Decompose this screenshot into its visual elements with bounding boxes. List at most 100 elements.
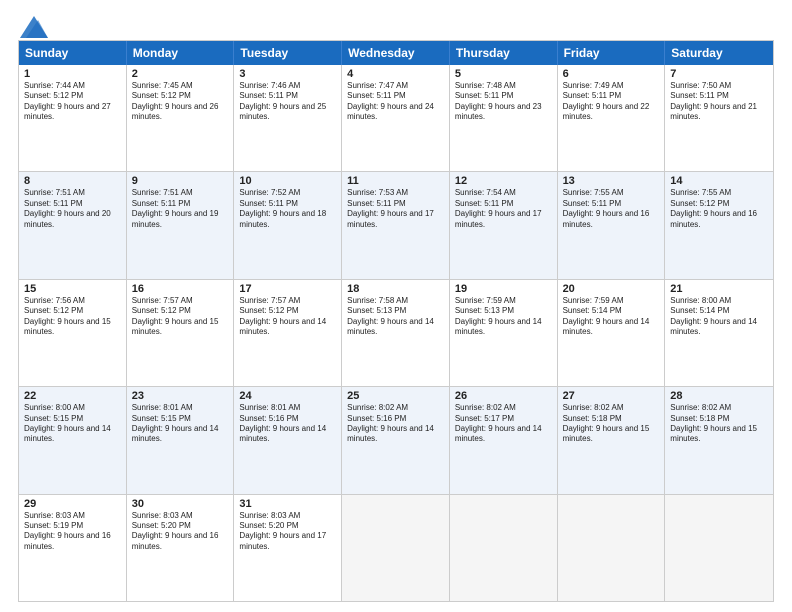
empty-cell <box>558 495 666 601</box>
day-info: Sunrise: 7:54 AMSunset: 5:11 PMDaylight:… <box>455 188 552 230</box>
day-number: 7 <box>670 68 768 80</box>
header <box>18 16 774 34</box>
day-number: 15 <box>24 283 121 295</box>
empty-cell <box>665 495 773 601</box>
day-number: 16 <box>132 283 229 295</box>
day-info: Sunrise: 7:51 AMSunset: 5:11 PMDaylight:… <box>24 188 121 230</box>
day-info: Sunrise: 7:53 AMSunset: 5:11 PMDaylight:… <box>347 188 444 230</box>
day-number: 4 <box>347 68 444 80</box>
day-cell-20: 20Sunrise: 7:59 AMSunset: 5:14 PMDayligh… <box>558 280 666 386</box>
logo-text <box>18 16 48 38</box>
day-number: 18 <box>347 283 444 295</box>
day-info: Sunrise: 7:48 AMSunset: 5:11 PMDaylight:… <box>455 81 552 123</box>
day-info: Sunrise: 8:02 AMSunset: 5:18 PMDaylight:… <box>670 403 768 445</box>
day-info: Sunrise: 7:55 AMSunset: 5:12 PMDaylight:… <box>670 188 768 230</box>
day-cell-10: 10Sunrise: 7:52 AMSunset: 5:11 PMDayligh… <box>234 172 342 278</box>
day-info: Sunrise: 7:58 AMSunset: 5:13 PMDaylight:… <box>347 296 444 338</box>
day-info: Sunrise: 8:01 AMSunset: 5:15 PMDaylight:… <box>132 403 229 445</box>
day-of-week-thursday: Thursday <box>450 41 558 65</box>
day-number: 28 <box>670 390 768 402</box>
day-cell-7: 7Sunrise: 7:50 AMSunset: 5:11 PMDaylight… <box>665 65 773 171</box>
day-number: 20 <box>563 283 660 295</box>
day-info: Sunrise: 7:46 AMSunset: 5:11 PMDaylight:… <box>239 81 336 123</box>
day-cell-24: 24Sunrise: 8:01 AMSunset: 5:16 PMDayligh… <box>234 387 342 493</box>
day-cell-8: 8Sunrise: 7:51 AMSunset: 5:11 PMDaylight… <box>19 172 127 278</box>
day-info: Sunrise: 7:44 AMSunset: 5:12 PMDaylight:… <box>24 81 121 123</box>
day-info: Sunrise: 8:02 AMSunset: 5:16 PMDaylight:… <box>347 403 444 445</box>
calendar-row-5: 29Sunrise: 8:03 AMSunset: 5:19 PMDayligh… <box>19 494 773 601</box>
day-number: 26 <box>455 390 552 402</box>
day-cell-23: 23Sunrise: 8:01 AMSunset: 5:15 PMDayligh… <box>127 387 235 493</box>
day-of-week-wednesday: Wednesday <box>342 41 450 65</box>
day-of-week-monday: Monday <box>127 41 235 65</box>
day-cell-13: 13Sunrise: 7:55 AMSunset: 5:11 PMDayligh… <box>558 172 666 278</box>
day-number: 9 <box>132 175 229 187</box>
day-cell-22: 22Sunrise: 8:00 AMSunset: 5:15 PMDayligh… <box>19 387 127 493</box>
day-cell-14: 14Sunrise: 7:55 AMSunset: 5:12 PMDayligh… <box>665 172 773 278</box>
day-info: Sunrise: 7:47 AMSunset: 5:11 PMDaylight:… <box>347 81 444 123</box>
day-cell-11: 11Sunrise: 7:53 AMSunset: 5:11 PMDayligh… <box>342 172 450 278</box>
day-number: 29 <box>24 498 121 510</box>
day-number: 12 <box>455 175 552 187</box>
day-number: 13 <box>563 175 660 187</box>
day-number: 22 <box>24 390 121 402</box>
day-of-week-sunday: Sunday <box>19 41 127 65</box>
day-info: Sunrise: 8:03 AMSunset: 5:20 PMDaylight:… <box>132 511 229 553</box>
day-number: 27 <box>563 390 660 402</box>
day-cell-21: 21Sunrise: 8:00 AMSunset: 5:14 PMDayligh… <box>665 280 773 386</box>
day-info: Sunrise: 7:52 AMSunset: 5:11 PMDaylight:… <box>239 188 336 230</box>
day-number: 31 <box>239 498 336 510</box>
day-cell-4: 4Sunrise: 7:47 AMSunset: 5:11 PMDaylight… <box>342 65 450 171</box>
day-number: 17 <box>239 283 336 295</box>
day-info: Sunrise: 8:03 AMSunset: 5:20 PMDaylight:… <box>239 511 336 553</box>
day-info: Sunrise: 8:03 AMSunset: 5:19 PMDaylight:… <box>24 511 121 553</box>
day-number: 8 <box>24 175 121 187</box>
day-number: 10 <box>239 175 336 187</box>
day-of-week-saturday: Saturday <box>665 41 773 65</box>
day-cell-3: 3Sunrise: 7:46 AMSunset: 5:11 PMDaylight… <box>234 65 342 171</box>
logo <box>18 16 48 34</box>
day-cell-6: 6Sunrise: 7:49 AMSunset: 5:11 PMDaylight… <box>558 65 666 171</box>
day-info: Sunrise: 8:00 AMSunset: 5:14 PMDaylight:… <box>670 296 768 338</box>
day-number: 14 <box>670 175 768 187</box>
day-info: Sunrise: 7:57 AMSunset: 5:12 PMDaylight:… <box>132 296 229 338</box>
day-info: Sunrise: 8:00 AMSunset: 5:15 PMDaylight:… <box>24 403 121 445</box>
empty-cell <box>450 495 558 601</box>
day-info: Sunrise: 8:01 AMSunset: 5:16 PMDaylight:… <box>239 403 336 445</box>
day-info: Sunrise: 7:57 AMSunset: 5:12 PMDaylight:… <box>239 296 336 338</box>
day-info: Sunrise: 7:59 AMSunset: 5:13 PMDaylight:… <box>455 296 552 338</box>
day-cell-15: 15Sunrise: 7:56 AMSunset: 5:12 PMDayligh… <box>19 280 127 386</box>
day-number: 2 <box>132 68 229 80</box>
day-cell-29: 29Sunrise: 8:03 AMSunset: 5:19 PMDayligh… <box>19 495 127 601</box>
day-cell-17: 17Sunrise: 7:57 AMSunset: 5:12 PMDayligh… <box>234 280 342 386</box>
day-number: 23 <box>132 390 229 402</box>
day-info: Sunrise: 7:45 AMSunset: 5:12 PMDaylight:… <box>132 81 229 123</box>
day-cell-31: 31Sunrise: 8:03 AMSunset: 5:20 PMDayligh… <box>234 495 342 601</box>
day-cell-16: 16Sunrise: 7:57 AMSunset: 5:12 PMDayligh… <box>127 280 235 386</box>
day-cell-9: 9Sunrise: 7:51 AMSunset: 5:11 PMDaylight… <box>127 172 235 278</box>
page: SundayMondayTuesdayWednesdayThursdayFrid… <box>0 0 792 612</box>
day-cell-26: 26Sunrise: 8:02 AMSunset: 5:17 PMDayligh… <box>450 387 558 493</box>
day-number: 11 <box>347 175 444 187</box>
day-of-week-friday: Friday <box>558 41 666 65</box>
day-number: 19 <box>455 283 552 295</box>
day-info: Sunrise: 7:55 AMSunset: 5:11 PMDaylight:… <box>563 188 660 230</box>
day-info: Sunrise: 7:56 AMSunset: 5:12 PMDaylight:… <box>24 296 121 338</box>
day-number: 3 <box>239 68 336 80</box>
day-number: 6 <box>563 68 660 80</box>
day-number: 24 <box>239 390 336 402</box>
day-number: 5 <box>455 68 552 80</box>
day-cell-28: 28Sunrise: 8:02 AMSunset: 5:18 PMDayligh… <box>665 387 773 493</box>
day-cell-1: 1Sunrise: 7:44 AMSunset: 5:12 PMDaylight… <box>19 65 127 171</box>
logo-icon <box>20 16 48 38</box>
day-number: 1 <box>24 68 121 80</box>
day-cell-5: 5Sunrise: 7:48 AMSunset: 5:11 PMDaylight… <box>450 65 558 171</box>
day-number: 25 <box>347 390 444 402</box>
day-info: Sunrise: 8:02 AMSunset: 5:17 PMDaylight:… <box>455 403 552 445</box>
day-info: Sunrise: 7:51 AMSunset: 5:11 PMDaylight:… <box>132 188 229 230</box>
day-cell-25: 25Sunrise: 8:02 AMSunset: 5:16 PMDayligh… <box>342 387 450 493</box>
calendar-body: 1Sunrise: 7:44 AMSunset: 5:12 PMDaylight… <box>19 65 773 601</box>
day-info: Sunrise: 7:49 AMSunset: 5:11 PMDaylight:… <box>563 81 660 123</box>
calendar-header: SundayMondayTuesdayWednesdayThursdayFrid… <box>19 41 773 65</box>
day-info: Sunrise: 8:02 AMSunset: 5:18 PMDaylight:… <box>563 403 660 445</box>
